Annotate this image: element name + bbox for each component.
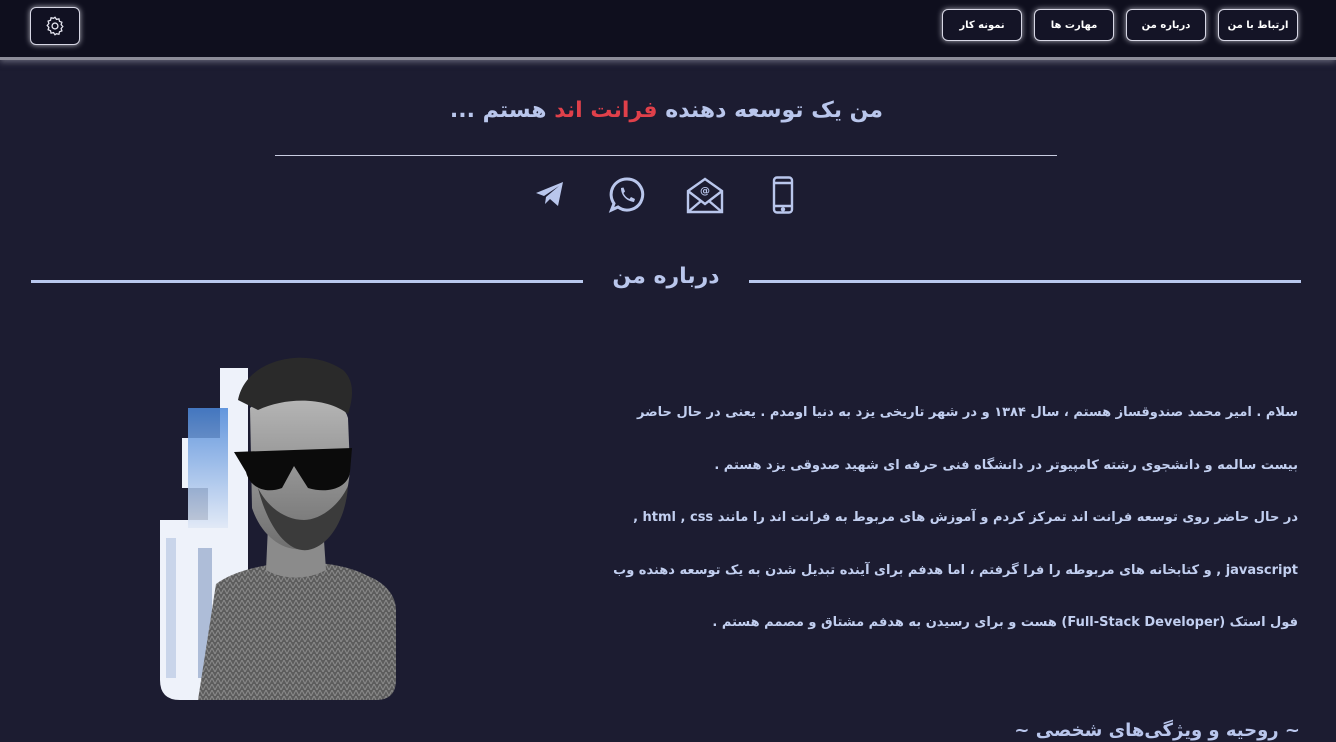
nav-about[interactable]: درباره من xyxy=(1126,9,1206,41)
svg-text:@: @ xyxy=(700,186,710,197)
hero-title-part1: من یک توسعه دهنده xyxy=(657,98,884,123)
hero-title-part2: هستم ... xyxy=(449,98,555,123)
about-divider-right xyxy=(749,280,1301,283)
bio-line: در حال حاضر روی توسعه فرانت اند تمرکز کر… xyxy=(633,510,1298,525)
nav-portfolio[interactable]: نمونه کار xyxy=(942,9,1022,41)
hero-divider xyxy=(275,155,1057,156)
contact-links: @ xyxy=(520,172,820,218)
about-bio: سلام . امیر محمد صندوقساز هستم ، سال ۱۳۸… xyxy=(580,398,1298,661)
about-divider-left xyxy=(31,280,583,283)
telegram-icon xyxy=(536,182,563,206)
email-icon: @ xyxy=(686,177,724,214)
hero-title-accent: فرانت اند xyxy=(554,98,658,123)
profile-portrait xyxy=(158,348,398,700)
telegram-link[interactable] xyxy=(534,180,566,212)
phone-icon xyxy=(772,176,794,214)
bio-line: بیست سالمه و دانشجوی رشته کامپیوتر در دا… xyxy=(714,457,1298,473)
whatsapp-icon xyxy=(608,177,645,213)
nav-skills[interactable]: مهارت ها xyxy=(1034,9,1114,41)
about-heading: درباره من xyxy=(612,264,720,289)
bio-line: سلام . امیر محمد صندوقساز هستم ، سال ۱۳۸… xyxy=(637,405,1298,420)
traits-heading: ~ روحیه و ویژگی‌های شخصی ~ xyxy=(1014,720,1300,741)
gear-icon xyxy=(46,16,64,36)
whatsapp-link[interactable] xyxy=(608,176,646,218)
bio-line: javascript , و کتابخانه های مربوطه را فر… xyxy=(613,562,1298,578)
nav-contact[interactable]: ارتباط با من xyxy=(1218,9,1298,41)
email-link[interactable]: @ xyxy=(686,176,724,218)
phone-link[interactable] xyxy=(772,176,794,218)
top-navbar: ارتباط با من درباره من مهارت ها نمونه کا… xyxy=(0,0,1336,60)
hero-title: من یک توسعه دهنده فرانت اند هستم ... xyxy=(275,98,1058,123)
bio-line: فول استک (Full-Stack Developer) هست و بر… xyxy=(712,615,1298,630)
main-nav: ارتباط با من درباره من مهارت ها نمونه کا… xyxy=(942,9,1298,41)
settings-button[interactable] xyxy=(30,7,80,45)
